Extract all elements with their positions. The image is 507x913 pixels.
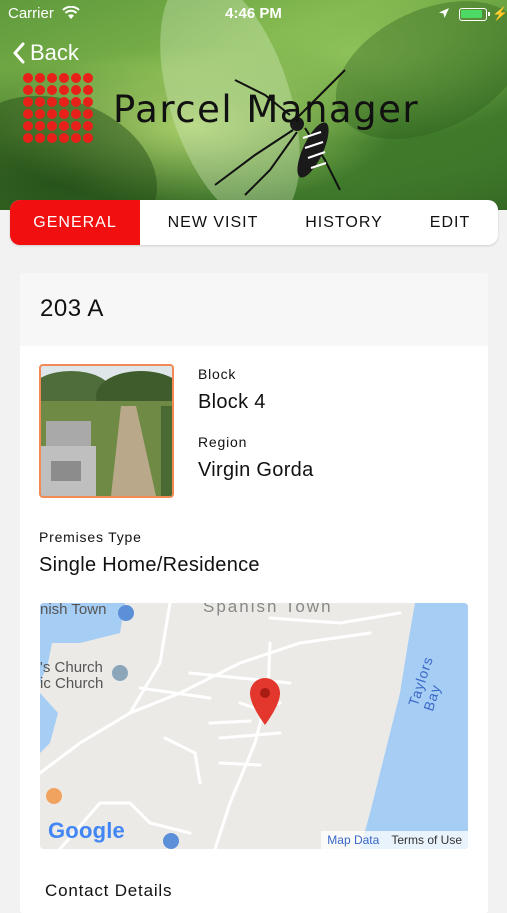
block-label: Block [198, 366, 237, 382]
location-map[interactable]: Spanish Town nish Town 's Church ic Chur… [40, 603, 468, 849]
map-footer: Map Data Terms of Use [321, 831, 468, 849]
premises-type-value: Single Home/Residence [39, 554, 260, 576]
map-label-church-1: 's Church [40, 659, 103, 676]
parcel-id: 203 A [40, 295, 104, 322]
tab-edit[interactable]: EDIT [402, 200, 498, 245]
back-label: Back [30, 40, 79, 65]
tab-general[interactable]: GENERAL [10, 200, 140, 245]
chevron-left-icon [13, 42, 25, 64]
premises-type-label: Premises Type [39, 529, 142, 545]
tab-new-visit[interactable]: NEW VISIT [140, 200, 286, 245]
block-value: Block 4 [198, 391, 266, 413]
back-button[interactable]: Back [12, 38, 79, 68]
status-time: 4:46 PM [225, 5, 282, 22]
charging-bolt-icon: ⚡ [492, 6, 507, 21]
contact-details-heading: Contact Details [45, 881, 173, 900]
google-logo: Google [48, 818, 125, 844]
map-label-spanish-town-left: nish Town [40, 603, 107, 618]
map-data-link[interactable]: Map Data [321, 831, 385, 849]
terms-of-use-link[interactable]: Terms of Use [385, 831, 468, 849]
tab-history[interactable]: HISTORY [286, 200, 402, 245]
location-arrow-icon [439, 8, 449, 18]
parcel-photo-image [41, 366, 172, 496]
map-label-church-2: ic Church [40, 675, 104, 692]
parcel-photo[interactable] [39, 364, 174, 498]
app-title: Parcel Manager [113, 88, 420, 131]
tab-bar: GENERAL NEW VISIT HISTORY EDIT [10, 200, 498, 245]
battery-icon [459, 8, 490, 21]
parcel-header: 203 A [20, 273, 488, 346]
region-value: Virgin Gorda [198, 459, 314, 481]
region-label: Region [198, 434, 248, 450]
google-logo-text: Google [48, 818, 125, 843]
header-banner: Carrier 4:46 PM ⚡ Back Parcel Manager [0, 0, 507, 210]
parcel-card: 203 A Block Block 4 Region Virgin Gorda … [20, 273, 488, 913]
app-logo-icon [22, 72, 94, 144]
status-bar: Carrier 4:46 PM ⚡ [0, 0, 507, 28]
map-label-spanish-town: Spanish Town [203, 603, 333, 616]
map-canvas [40, 603, 468, 849]
